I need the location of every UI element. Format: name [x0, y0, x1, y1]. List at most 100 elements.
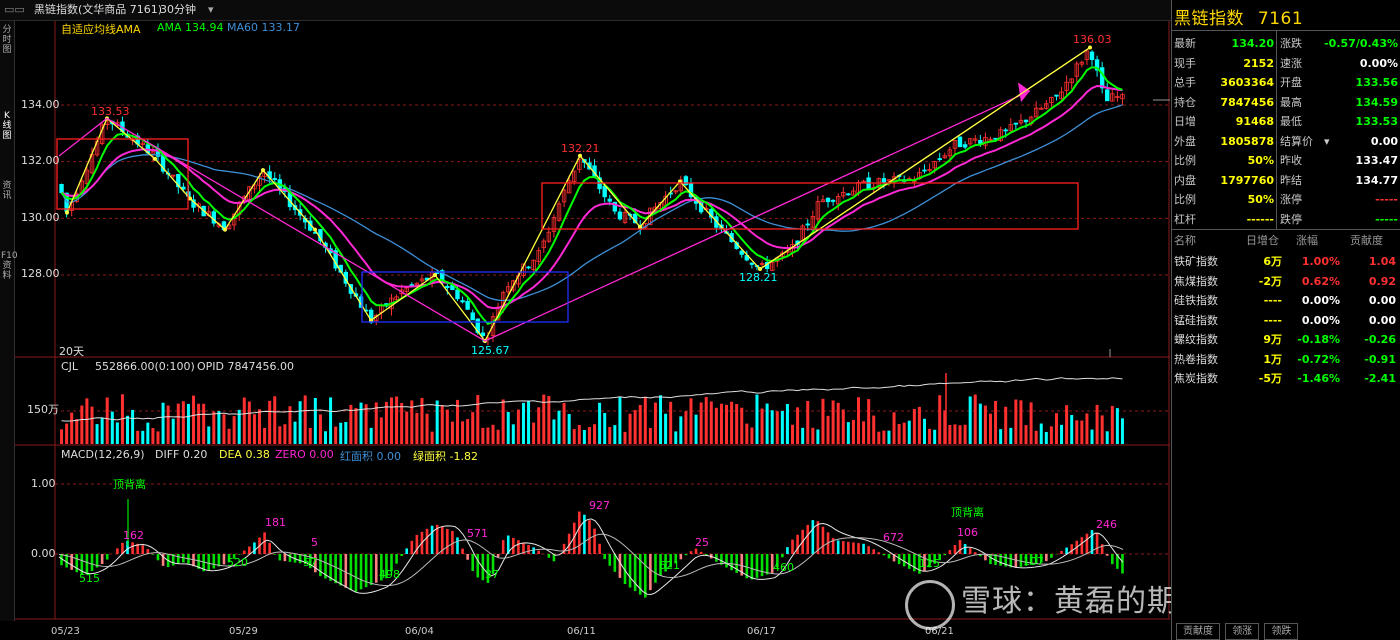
component-increase: 1万 [1263, 352, 1282, 366]
macd-area-number: 25 [695, 536, 709, 549]
component-header[interactable]: 涨幅 [1296, 231, 1318, 250]
component-increase: -2万 [1258, 274, 1282, 288]
volume-bar [527, 400, 531, 444]
volume-bar [516, 409, 520, 444]
component-row[interactable]: 螺纹指数 9万 -0.18% -0.26 [1172, 330, 1400, 349]
volume-bar [476, 395, 480, 444]
macd-area-number: 125 [919, 557, 940, 570]
quote-value: ----- [1375, 193, 1398, 206]
quote-key: 昨收 [1280, 154, 1302, 167]
macd-histogram-bar [476, 554, 480, 578]
volume-bar [217, 411, 221, 444]
instrument-name: 黑链指数 [1174, 9, 1244, 29]
component-row[interactable]: 焦炭指数 -5万 -1.46% -2.41 [1172, 369, 1400, 388]
candle-body [805, 223, 810, 226]
volume-bar [400, 402, 404, 444]
volume-bar [882, 430, 886, 444]
volume-bar [1120, 418, 1124, 444]
window-menu-icon[interactable]: ▭▭ [4, 0, 25, 20]
macd-label[interactable]: MACD(12,26,9) [61, 448, 145, 461]
chevron-down-icon[interactable]: ▾ [1324, 132, 1330, 151]
macd-histogram-bar [131, 542, 134, 554]
quote-row: 外盘 1805878 [1174, 132, 1274, 151]
volume-bar [750, 427, 754, 444]
macd-histogram-bar [684, 554, 688, 556]
macd-histogram-bar [288, 554, 292, 562]
volume-label[interactable]: CJL [61, 360, 78, 373]
zigzag-point [638, 224, 642, 229]
volume-bar [836, 402, 840, 444]
quote-key: 总手 [1174, 76, 1196, 89]
instrument-code: 7161 [1257, 9, 1304, 29]
quote-value: 91468 [1235, 115, 1274, 128]
component-header[interactable]: 日增仓 [1246, 231, 1279, 250]
quote-value: 7847456 [1220, 95, 1274, 109]
tab-contribution[interactable]: 贡献度 [1176, 623, 1220, 640]
quote-key: 昨结 [1280, 173, 1302, 187]
quote-key: 开盘 [1280, 76, 1302, 89]
zigzag-point [65, 210, 69, 215]
tab-timeshare[interactable]: 分时图 [1, 25, 13, 55]
macd-histogram-bar [395, 554, 398, 564]
candle-body [739, 250, 744, 255]
volume-bar [785, 404, 789, 444]
tab-laggards[interactable]: 领跌 [1264, 623, 1299, 640]
date-tick: 06/04 [405, 626, 434, 637]
component-contribution: -2.41 [1364, 372, 1396, 385]
tab-news[interactable]: 资讯 [1, 181, 13, 201]
volume-bar [1014, 399, 1018, 444]
component-row[interactable]: 硅铁指数 ---- 0.00% 0.00 [1172, 291, 1400, 310]
macd-histogram-bar [430, 525, 434, 554]
quote-key: 日增 [1174, 115, 1196, 128]
volume-bar [70, 412, 74, 444]
volume-bar [740, 407, 744, 444]
tab-kline[interactable]: K线图 [1, 111, 13, 141]
component-row[interactable]: 锰硅指数 ---- 0.00% 0.00 [1172, 311, 1400, 330]
macd-area-number: 57 [303, 556, 317, 569]
volume-bar [369, 427, 373, 444]
candle-body [470, 312, 475, 321]
macd-histogram-bar [958, 540, 962, 554]
component-row[interactable]: 焦煤指数 -2万 0.62% 0.92 [1172, 272, 1400, 291]
macd-area-number: 162 [123, 529, 144, 542]
macd-histogram-bar [953, 545, 957, 554]
price-chart-svg[interactable] [15, 21, 1170, 621]
macd-histogram-bar [253, 542, 256, 554]
macd-y-tick: 1.00 [31, 477, 56, 490]
macd-histogram-bar [786, 547, 789, 554]
volume-bar [1075, 420, 1079, 444]
component-header[interactable]: 贡献度 [1350, 231, 1383, 250]
macd-histogram-bar [654, 554, 657, 583]
volume-bar [730, 401, 734, 444]
volume-bar [318, 414, 322, 444]
tab-f10[interactable]: F10资料 [1, 251, 18, 281]
component-row[interactable]: 热卷指数 1万 -0.72% -0.91 [1172, 350, 1400, 369]
macd-area-number: 460 [773, 561, 794, 574]
date-tick: 05/23 [51, 626, 80, 637]
period-selector[interactable]: 30分钟 [160, 0, 196, 20]
component-change: 1.00% [1301, 255, 1340, 268]
quote-value: 133.56 [1355, 76, 1398, 89]
chart-area[interactable]: 自适应均线AMA AMA 134.94 MA60 133.17 134.00 1… [15, 21, 1170, 621]
volume-bar [227, 428, 231, 444]
volume-bar [283, 424, 287, 444]
macd-histogram-bar [105, 554, 109, 560]
volume-bar [313, 397, 317, 444]
volume-bar [359, 402, 363, 444]
volume-bar [623, 431, 627, 444]
component-header[interactable]: 名称 [1174, 231, 1196, 250]
tab-leaders[interactable]: 领涨 [1225, 623, 1260, 640]
quote-value: 0.00 [1370, 134, 1398, 148]
macd-histogram-bar [887, 554, 891, 559]
chevron-down-icon[interactable]: ▾ [208, 0, 214, 20]
volume-bar [212, 411, 216, 444]
component-increase: 6万 [1263, 255, 1282, 268]
volume-bar [978, 403, 982, 444]
component-row[interactable]: 铁矿指数 6万 1.00% 1.04 [1172, 252, 1400, 271]
volume-bar [689, 398, 693, 444]
volume-bar [547, 395, 551, 444]
volume-bar [603, 413, 607, 444]
component-contribution: 0.92 [1368, 274, 1396, 288]
candle-body [957, 136, 963, 148]
volume-bar [511, 424, 515, 444]
